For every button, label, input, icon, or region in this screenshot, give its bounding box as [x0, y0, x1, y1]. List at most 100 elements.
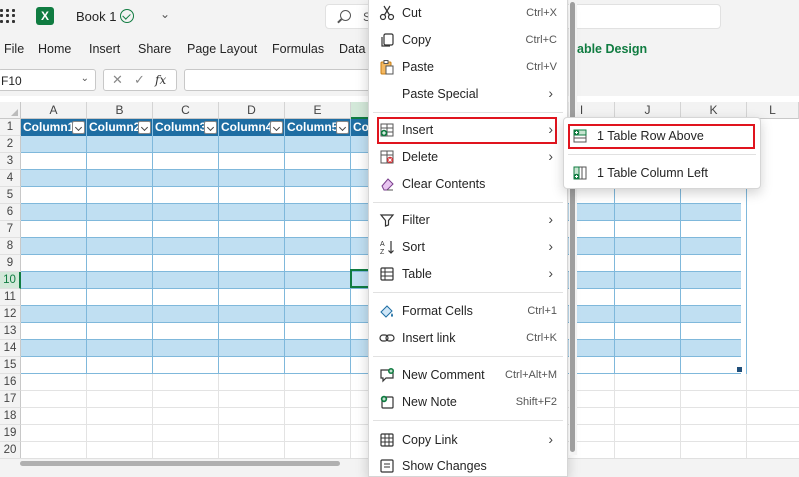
sheet-cell[interactable]	[681, 425, 747, 442]
menu-item-delete[interactable]: Delete ›	[369, 144, 567, 171]
table-cell[interactable]	[285, 221, 351, 238]
horizontal-scrollbar[interactable]	[20, 461, 340, 466]
table-cell[interactable]	[21, 170, 87, 187]
table-cell[interactable]	[153, 221, 219, 238]
row-header[interactable]: 12	[0, 306, 21, 323]
table-cell[interactable]	[87, 306, 153, 323]
table-cell[interactable]	[615, 221, 681, 238]
filter-dropdown-icon[interactable]	[336, 121, 349, 134]
table-cell[interactable]	[681, 340, 747, 357]
table-cell[interactable]	[615, 238, 681, 255]
column-header[interactable]: D	[219, 102, 285, 119]
table-cell[interactable]	[615, 340, 681, 357]
sheet-cell[interactable]	[681, 408, 747, 425]
enter-icon[interactable]: ✓	[134, 72, 145, 88]
sheet-cell[interactable]	[153, 391, 219, 408]
table-cell[interactable]	[285, 289, 351, 306]
filter-dropdown-icon[interactable]	[270, 121, 283, 134]
chevron-down-icon[interactable]: ⌄	[81, 73, 89, 84]
table-cell[interactable]	[87, 272, 153, 289]
sheet-cell[interactable]	[153, 374, 219, 391]
row-header[interactable]: 15	[0, 357, 21, 374]
sheet-cell[interactable]	[681, 391, 747, 408]
menu-item-insert-link[interactable]: Insert link Ctrl+K	[369, 325, 567, 352]
sheet-cell[interactable]	[153, 408, 219, 425]
menu-item-table[interactable]: Table ›	[369, 261, 567, 288]
sheet-cell[interactable]	[21, 391, 87, 408]
table-cell[interactable]	[285, 255, 351, 272]
name-box[interactable]: F10 ⌄	[0, 69, 96, 91]
table-cell[interactable]	[21, 272, 87, 289]
row-header[interactable]: 17	[0, 391, 21, 408]
table-cell[interactable]	[285, 153, 351, 170]
table-cell[interactable]	[615, 187, 681, 204]
table-cell[interactable]	[153, 153, 219, 170]
table-cell[interactable]	[153, 238, 219, 255]
sheet-cell[interactable]	[87, 425, 153, 442]
sheet-cell[interactable]	[747, 374, 799, 391]
sheet-cell[interactable]	[87, 408, 153, 425]
table-cell[interactable]	[615, 323, 681, 340]
table-cell[interactable]	[615, 289, 681, 306]
sheet-cell[interactable]	[285, 374, 351, 391]
table-cell[interactable]	[681, 289, 747, 306]
table-cell[interactable]	[87, 153, 153, 170]
insert-function-icon[interactable]: fx	[155, 73, 166, 87]
menu-item-new-note[interactable]: New Note Shift+F2	[369, 389, 567, 416]
tab-share[interactable]: Share	[138, 42, 171, 56]
row-header[interactable]: 16	[0, 374, 21, 391]
table-cell[interactable]	[153, 272, 219, 289]
table-cell[interactable]	[219, 306, 285, 323]
row-header[interactable]: 8	[0, 238, 21, 255]
filter-dropdown-icon[interactable]	[72, 121, 85, 134]
table-cell[interactable]	[21, 204, 87, 221]
sheet-cell[interactable]	[615, 408, 681, 425]
table-cell[interactable]	[285, 306, 351, 323]
sheet-cell[interactable]	[747, 425, 799, 442]
sheet-cell[interactable]	[285, 425, 351, 442]
column-header[interactable]: C	[153, 102, 219, 119]
table-cell[interactable]	[87, 221, 153, 238]
table-cell[interactable]	[219, 136, 285, 153]
table-cell[interactable]	[219, 153, 285, 170]
column-header[interactable]: A	[21, 102, 87, 119]
menu-item-copy[interactable]: Copy Ctrl+C	[369, 27, 567, 54]
column-header[interactable]: E	[285, 102, 351, 119]
table-cell[interactable]	[681, 204, 747, 221]
table-cell[interactable]	[21, 136, 87, 153]
table-cell[interactable]	[21, 255, 87, 272]
table-cell[interactable]	[681, 323, 747, 340]
table-cell[interactable]	[681, 238, 747, 255]
table-cell[interactable]	[219, 187, 285, 204]
table-cell[interactable]	[285, 238, 351, 255]
table-cell[interactable]	[681, 187, 747, 204]
sheet-cell[interactable]	[21, 408, 87, 425]
sheet-cell[interactable]	[87, 374, 153, 391]
table-cell[interactable]	[681, 255, 747, 272]
table-cell[interactable]	[21, 357, 87, 374]
sheet-cell[interactable]	[681, 442, 747, 459]
menu-item-clear-contents[interactable]: Clear Contents	[369, 171, 567, 198]
table-cell[interactable]	[285, 136, 351, 153]
table-cell[interactable]	[285, 357, 351, 374]
table-cell[interactable]	[285, 340, 351, 357]
sheet-cell[interactable]	[285, 442, 351, 459]
cancel-icon[interactable]: ✕	[112, 72, 123, 88]
row-header[interactable]: 19	[0, 425, 21, 442]
table-resize-handle[interactable]	[737, 367, 742, 372]
table-cell[interactable]	[87, 340, 153, 357]
sheet-cell[interactable]	[219, 391, 285, 408]
table-cell[interactable]	[615, 357, 681, 374]
table-cell[interactable]	[285, 323, 351, 340]
menu-item-format-cells[interactable]: Format Cells Ctrl+1	[369, 298, 567, 325]
row-header[interactable]: 10	[0, 272, 21, 289]
workbook-title[interactable]: Book 1	[76, 9, 116, 24]
row-header[interactable]: 9	[0, 255, 21, 272]
sheet-cell[interactable]	[21, 374, 87, 391]
table-cell[interactable]	[87, 323, 153, 340]
table-cell[interactable]	[153, 323, 219, 340]
table-cell[interactable]	[219, 289, 285, 306]
table-cell[interactable]	[87, 289, 153, 306]
row-header[interactable]: 6	[0, 204, 21, 221]
table-cell[interactable]	[153, 306, 219, 323]
